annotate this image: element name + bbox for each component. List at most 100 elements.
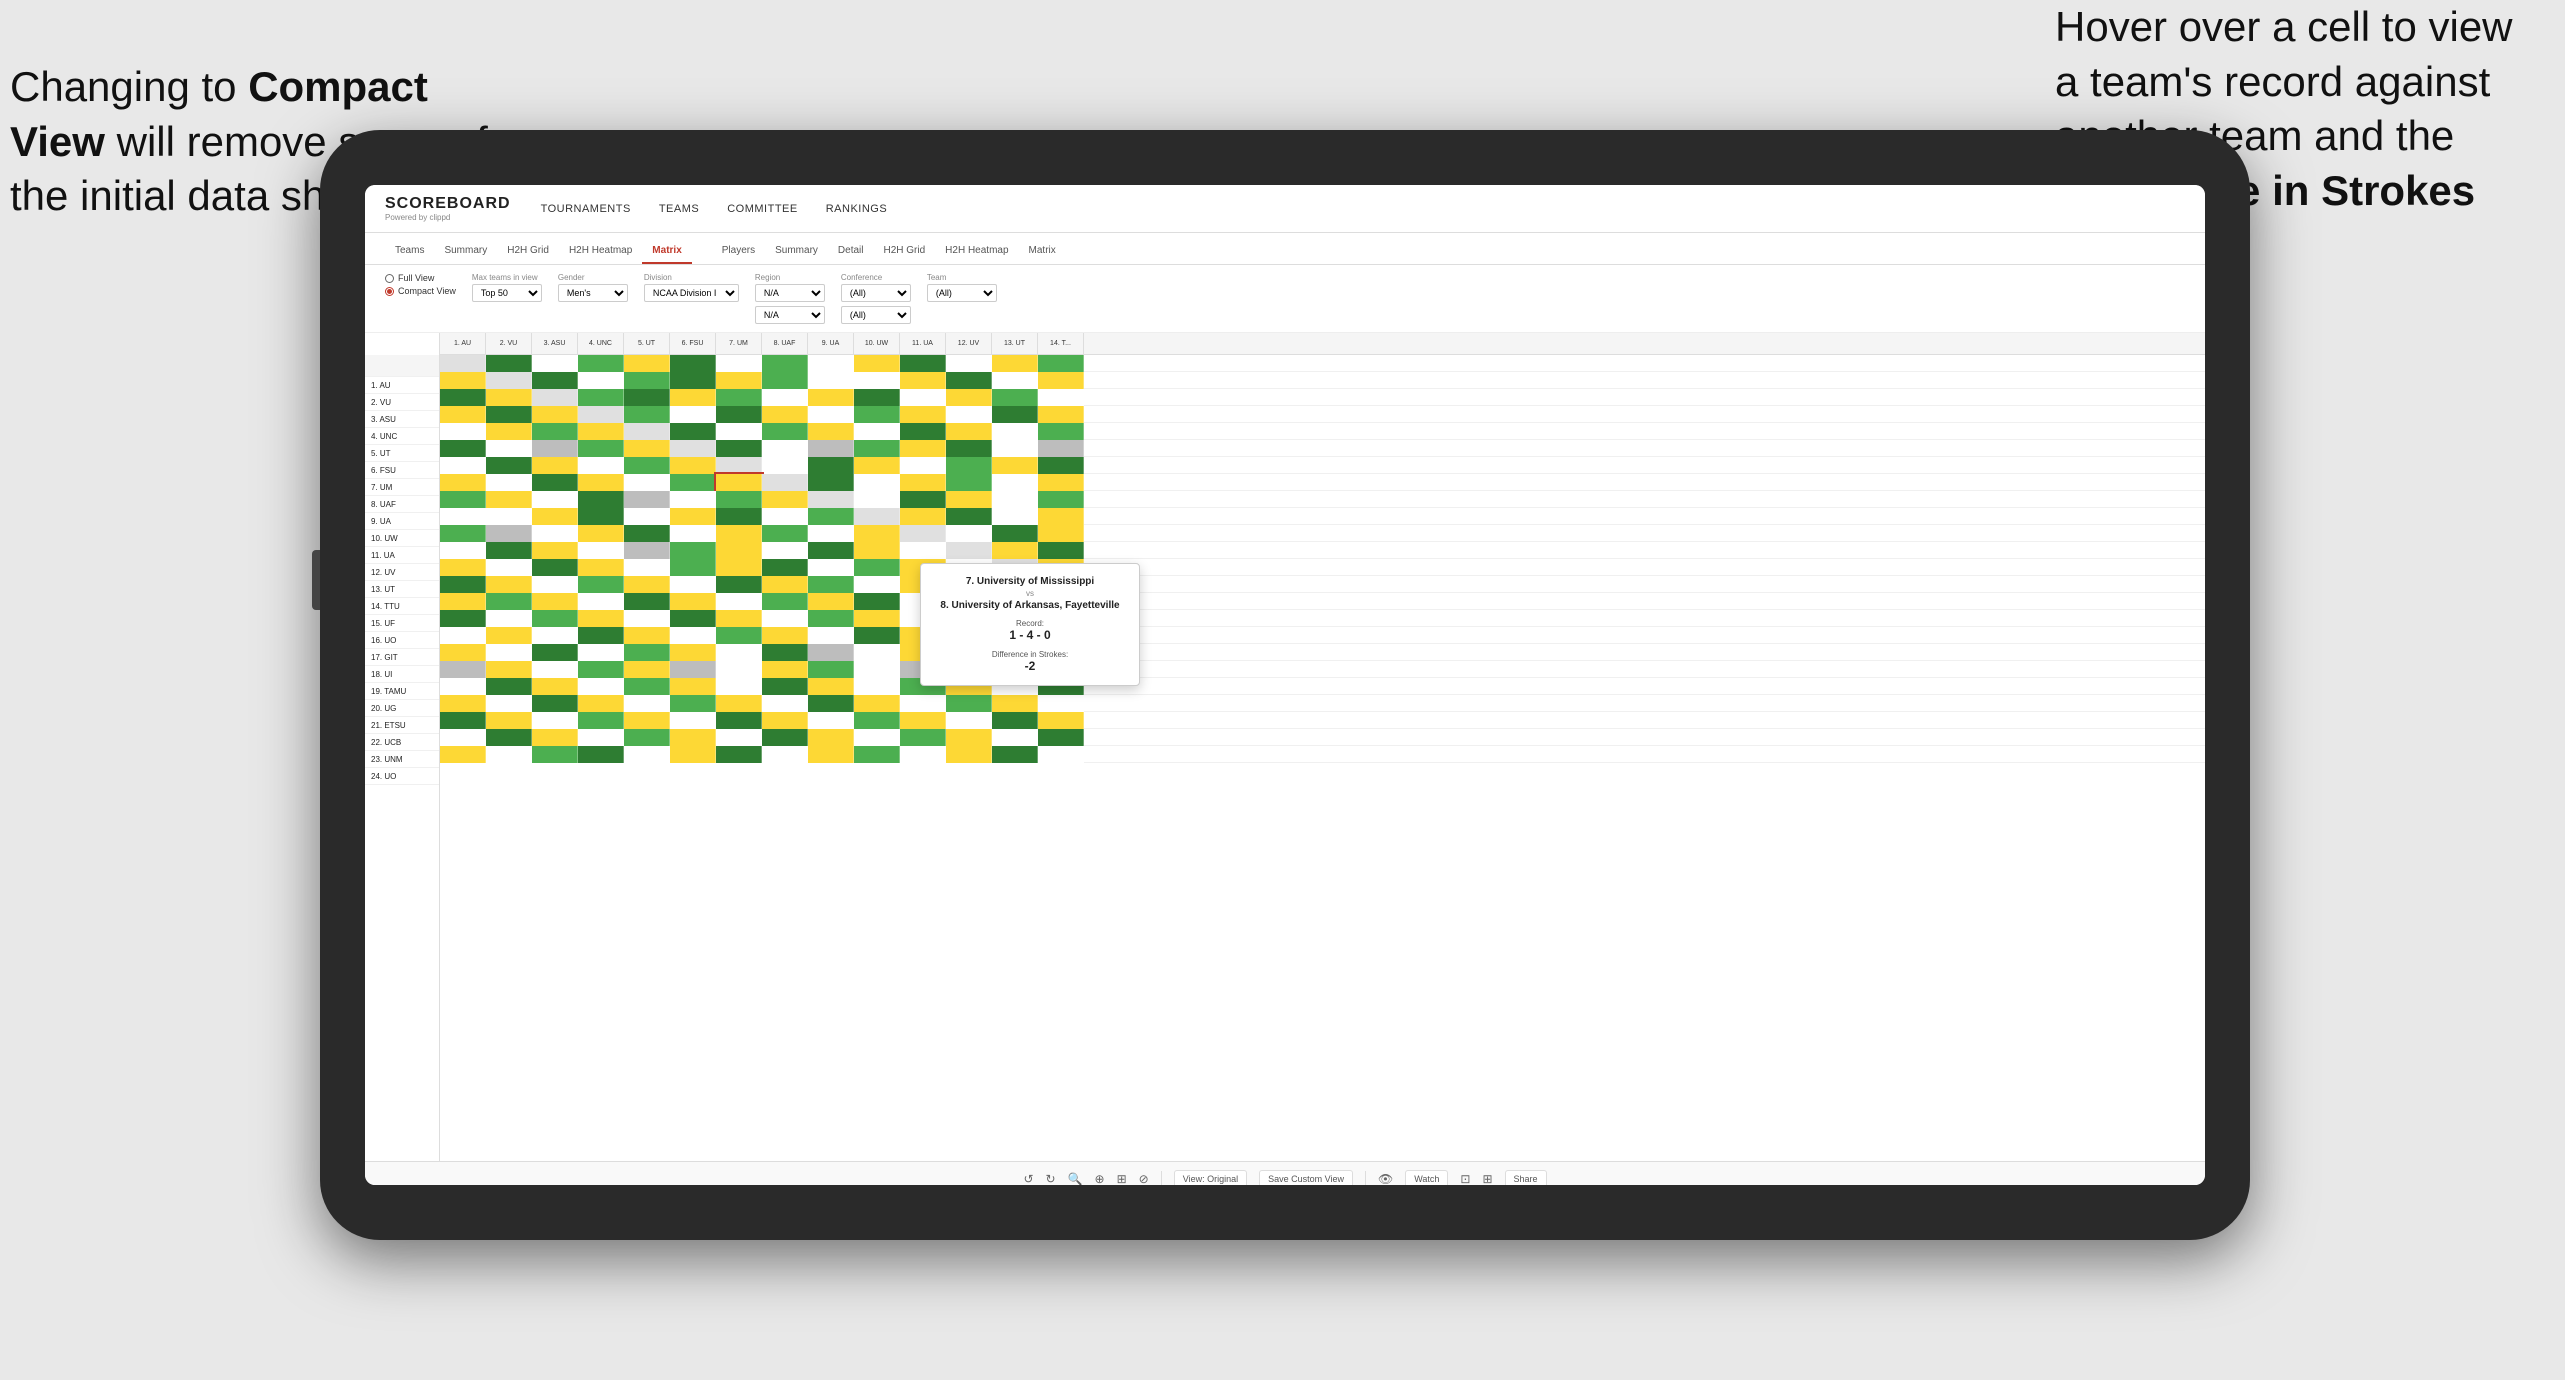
cell-8-8[interactable] [762,474,808,491]
cell-1-13[interactable] [992,355,1038,372]
cell-7-7[interactable] [716,457,762,474]
cell-23-5[interactable] [624,729,670,746]
cell-14-7[interactable] [716,576,762,593]
cell-4-9[interactable] [808,406,854,423]
cell-1-1[interactable] [440,355,486,372]
cell-15-7[interactable] [716,593,762,610]
cell-1-3[interactable] [532,355,578,372]
cell-22-5[interactable] [624,712,670,729]
cell-2-5[interactable] [624,372,670,389]
cell-23-9[interactable] [808,729,854,746]
cell-3-1[interactable] [440,389,486,406]
cell-2-1[interactable] [440,372,486,389]
cell-24-3[interactable] [532,746,578,763]
cell-7-5[interactable] [624,457,670,474]
cell-21-7[interactable] [716,695,762,712]
cell-3-13[interactable] [992,389,1038,406]
cell-9-1[interactable] [440,491,486,508]
cell-22-3[interactable] [532,712,578,729]
cell-13-3[interactable] [532,559,578,576]
cell-9-5[interactable] [624,491,670,508]
cell-20-10[interactable] [854,678,900,695]
cell-21-4[interactable] [578,695,624,712]
cell-11-4[interactable] [578,525,624,542]
cell-7-4[interactable] [578,457,624,474]
cell-23-7[interactable] [716,729,762,746]
cell-12-10[interactable] [854,542,900,559]
cell-4-7[interactable] [716,406,762,423]
cell-6-10[interactable] [854,440,900,457]
cell-3-2[interactable] [486,389,532,406]
cell-19-3[interactable] [532,661,578,678]
cell-15-2[interactable] [486,593,532,610]
cell-11-8[interactable] [762,525,808,542]
cell-11-14[interactable] [1038,525,1084,542]
cell-14-3[interactable] [532,576,578,593]
cell-1-10[interactable] [854,355,900,372]
cell-15-6[interactable] [670,593,716,610]
cell-21-14[interactable] [1038,695,1084,712]
cell-12-11[interactable] [900,542,946,559]
cell-4-5[interactable] [624,406,670,423]
cell-5-11[interactable] [900,423,946,440]
cell-4-11[interactable] [900,406,946,423]
cell-22-1[interactable] [440,712,486,729]
cell-15-10[interactable] [854,593,900,610]
cell-4-10[interactable] [854,406,900,423]
cell-9-8[interactable] [762,491,808,508]
cell-21-2[interactable] [486,695,532,712]
cell-7-14[interactable] [1038,457,1084,474]
cell-17-9[interactable] [808,627,854,644]
cell-11-3[interactable] [532,525,578,542]
cell-5-14[interactable] [1038,423,1084,440]
tab-matrix[interactable]: Matrix [642,239,691,264]
cell-6-5[interactable] [624,440,670,457]
cell-8-7[interactable] [716,474,762,491]
cell-13-2[interactable] [486,559,532,576]
cell-22-14[interactable] [1038,712,1084,729]
cell-23-4[interactable] [578,729,624,746]
cell-4-4[interactable] [578,406,624,423]
cell-12-13[interactable] [992,542,1038,559]
cell-23-1[interactable] [440,729,486,746]
cell-22-2[interactable] [486,712,532,729]
cell-10-1[interactable] [440,508,486,525]
cell-7-6[interactable] [670,457,716,474]
cell-22-10[interactable] [854,712,900,729]
cell-21-6[interactable] [670,695,716,712]
cell-14-2[interactable] [486,576,532,593]
cell-16-1[interactable] [440,610,486,627]
cell-7-13[interactable] [992,457,1038,474]
cell-17-2[interactable] [486,627,532,644]
cell-8-4[interactable] [578,474,624,491]
cell-2-14[interactable] [1038,372,1084,389]
cell-9-3[interactable] [532,491,578,508]
cell-18-1[interactable] [440,644,486,661]
cell-23-8[interactable] [762,729,808,746]
cell-3-9[interactable] [808,389,854,406]
screen-icon[interactable]: ⊡ [1460,1172,1470,1186]
cell-22-9[interactable] [808,712,854,729]
cell-12-2[interactable] [486,542,532,559]
cell-5-9[interactable] [808,423,854,440]
cell-1-5[interactable] [624,355,670,372]
cell-8-11[interactable] [900,474,946,491]
cell-17-6[interactable] [670,627,716,644]
cell-18-8[interactable] [762,644,808,661]
cell-4-3[interactable] [532,406,578,423]
nav-tournaments[interactable]: TOURNAMENTS [541,203,631,215]
cell-24-5[interactable] [624,746,670,763]
cell-9-4[interactable] [578,491,624,508]
full-view-option[interactable]: Full View [385,273,456,283]
cell-14-8[interactable] [762,576,808,593]
tab-matrix-2[interactable]: Matrix [1019,239,1066,264]
cell-20-3[interactable] [532,678,578,695]
cell-7-11[interactable] [900,457,946,474]
cell-6-3[interactable] [532,440,578,457]
cell-18-4[interactable] [578,644,624,661]
cell-24-11[interactable] [900,746,946,763]
cell-8-1[interactable] [440,474,486,491]
cell-2-4[interactable] [578,372,624,389]
cell-11-1[interactable] [440,525,486,542]
cell-11-13[interactable] [992,525,1038,542]
